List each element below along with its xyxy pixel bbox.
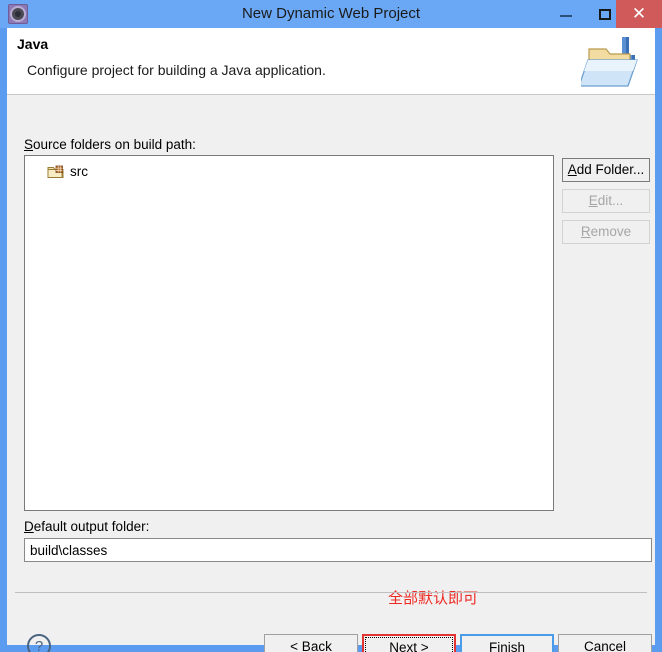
- title-bar: New Dynamic Web Project ✕: [0, 0, 662, 28]
- finish-button[interactable]: Finish: [460, 634, 554, 652]
- source-folders-list[interactable]: src: [24, 155, 554, 511]
- java-folder-icon: [581, 37, 638, 87]
- maximize-icon: [599, 9, 611, 20]
- back-button[interactable]: < Back: [264, 634, 358, 652]
- annotation-text: 全部默认即可: [388, 590, 479, 607]
- default-output-folder-input[interactable]: [24, 538, 652, 562]
- source-folders-label: Source folders on build path:: [24, 137, 196, 152]
- next-button[interactable]: Next >: [362, 634, 456, 652]
- edit-button: Edit...: [562, 189, 650, 213]
- list-item-label: src: [70, 164, 88, 179]
- list-item[interactable]: src: [47, 162, 88, 182]
- source-folder-icon: [47, 165, 64, 179]
- question-mark-icon[interactable]: ?: [27, 634, 51, 652]
- minimize-button[interactable]: [546, 0, 586, 28]
- remove-button: Remove: [562, 220, 650, 244]
- minimize-icon: [560, 15, 572, 17]
- page-description: Configure project for building a Java ap…: [27, 62, 326, 78]
- default-output-folder-label: Default output folder:: [24, 519, 150, 534]
- footer-separator: [15, 592, 647, 593]
- cancel-button[interactable]: Cancel: [558, 634, 652, 652]
- wizard-header: Java Configure project for building a Ja…: [7, 28, 655, 95]
- add-folder-button[interactable]: Add Folder...: [562, 158, 650, 182]
- close-icon: ✕: [631, 4, 647, 23]
- dialog-client-area: Java Configure project for building a Ja…: [7, 28, 655, 652]
- close-button[interactable]: ✕: [616, 0, 662, 28]
- page-title: Java: [17, 36, 49, 52]
- focus-ring: [365, 637, 453, 652]
- new-dynamic-web-project-dialog: New Dynamic Web Project ✕ Java Configure…: [0, 0, 662, 652]
